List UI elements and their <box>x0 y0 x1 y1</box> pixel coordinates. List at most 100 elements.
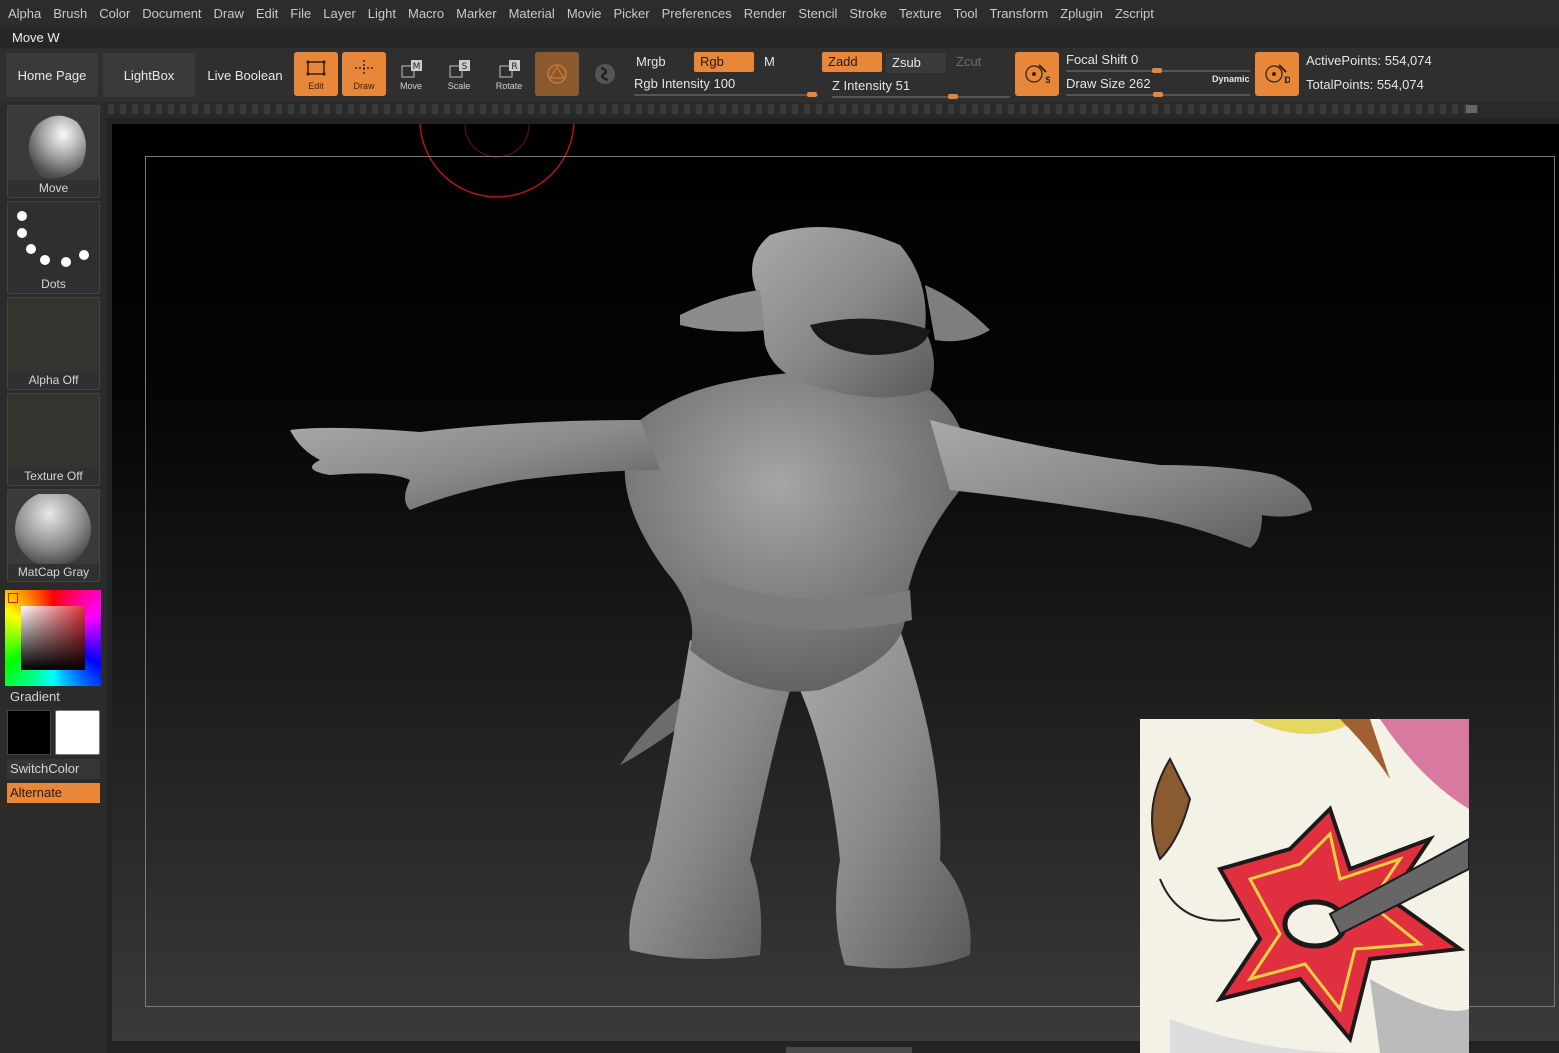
z-intensity-knob[interactable] <box>948 94 958 99</box>
scale-mode-button[interactable]: S Scale <box>437 52 481 96</box>
scale-icon: S <box>449 59 470 78</box>
menu-edit[interactable]: Edit <box>250 0 284 28</box>
rotate-label: Rotate <box>495 80 523 91</box>
sphere-icon <box>547 64 567 84</box>
edit-mode-button[interactable]: Edit <box>294 52 338 96</box>
menu-file[interactable]: File <box>284 0 317 28</box>
brush-cursor-inner <box>464 124 530 158</box>
alpha-selector[interactable]: Alpha Off <box>7 297 100 390</box>
svg-text:R: R <box>511 62 517 72</box>
rotate-mode-button[interactable]: R Rotate <box>487 52 531 96</box>
menu-material[interactable]: Material <box>503 0 561 28</box>
sculptris-pro-d-button[interactable]: D <box>1255 52 1299 96</box>
edit-icon <box>306 59 326 76</box>
brush-name: Move <box>8 180 99 197</box>
focal-shift-label[interactable]: Focal Shift 0 <box>1066 52 1138 67</box>
color-marker[interactable] <box>8 593 18 603</box>
zsub-toggle[interactable]: Zsub <box>886 53 946 73</box>
material-sphere-button[interactable] <box>535 52 579 96</box>
total-points-readout: TotalPoints: 554,074 <box>1306 77 1424 92</box>
focal-shift-knob[interactable] <box>1152 68 1162 73</box>
color-picker[interactable] <box>5 590 101 686</box>
m-toggle[interactable]: M <box>758 52 818 72</box>
menu-alpha[interactable]: Alpha <box>2 0 47 28</box>
rgb-toggle[interactable]: Rgb <box>694 52 754 72</box>
rgb-intensity-slider[interactable] <box>634 94 818 96</box>
menu-bar: Alpha Brush Color Document Draw Edit File Layer… <box>0 0 1559 28</box>
title-bar: Move W <box>0 28 1559 48</box>
rgb-intensity-label[interactable]: Rgb Intensity 100 <box>634 76 735 91</box>
z-intensity-label[interactable]: Z Intensity 51 <box>832 78 910 93</box>
brush-target-s-icon: S <box>1025 64 1050 85</box>
menu-tool[interactable]: Tool <box>948 0 984 28</box>
focal-shift-value: 0 <box>1131 52 1139 67</box>
reference-drawing <box>1140 719 1469 1053</box>
top-toolbar: Home Page LightBox Live Boolean Edit Dra… <box>0 48 1559 102</box>
dynamic-toggle[interactable]: Dynamic <box>1212 74 1250 84</box>
gradient-label[interactable]: Gradient <box>10 689 60 704</box>
svg-text:S: S <box>1045 76 1050 85</box>
zcut-toggle[interactable]: Zcut <box>950 52 1010 72</box>
menu-render[interactable]: Render <box>738 0 793 28</box>
texture-name: Texture Off <box>8 468 99 485</box>
zadd-toggle[interactable]: Zadd <box>822 52 882 72</box>
rgb-intensity-knob[interactable] <box>807 92 817 97</box>
color-saturation-square[interactable] <box>21 606 85 670</box>
menu-texture[interactable]: Texture <box>893 0 948 28</box>
home-page-button[interactable]: Home Page <box>6 53 98 97</box>
draw-size-value: 262 <box>1128 76 1151 91</box>
bottom-shelf-handle[interactable] <box>786 1047 912 1053</box>
current-tool-title: Move W <box>12 30 60 45</box>
menu-marker[interactable]: Marker <box>450 0 502 28</box>
menu-draw[interactable]: Draw <box>208 0 250 28</box>
menu-macro[interactable]: Macro <box>402 0 450 28</box>
switch-color-button[interactable]: SwitchColor <box>7 759 100 779</box>
rotate-icon: R <box>499 59 520 78</box>
alternate-button[interactable]: Alternate <box>7 783 100 803</box>
rgb-intensity-value: 100 <box>713 76 736 91</box>
ruler-end-handle[interactable] <box>1466 105 1477 113</box>
lightbox-button[interactable]: LightBox <box>103 53 195 97</box>
menu-preferences[interactable]: Preferences <box>656 0 738 28</box>
alpha-name: Alpha Off <box>8 372 99 389</box>
spotlight-icon <box>595 64 615 84</box>
menu-brush[interactable]: Brush <box>47 0 93 28</box>
draw-size-knob[interactable] <box>1153 92 1163 97</box>
texture-selector[interactable]: Texture Off <box>7 393 100 486</box>
mrgb-toggle[interactable]: Mrgb <box>630 52 690 72</box>
menu-transform[interactable]: Transform <box>983 0 1054 28</box>
spotlight-button[interactable] <box>583 52 627 96</box>
brush-target-d-icon: D <box>1265 64 1290 85</box>
move-icon: M <box>401 59 422 78</box>
secondary-color-swatch[interactable] <box>7 710 51 755</box>
draw-size-label[interactable]: Draw Size 262 <box>1066 76 1151 91</box>
reference-image[interactable] <box>1140 719 1469 1053</box>
move-mode-button[interactable]: M Move <box>389 52 433 96</box>
stroke-name: Dots <box>8 276 99 293</box>
menu-zplugin[interactable]: Zplugin <box>1054 0 1109 28</box>
menu-stencil[interactable]: Stencil <box>792 0 843 28</box>
brush-selector[interactable]: Move <box>7 105 100 198</box>
brush-cursor-outer <box>419 124 575 198</box>
z-intensity-value: 51 <box>895 78 911 93</box>
main-color-swatch[interactable] <box>55 710 100 755</box>
menu-movie[interactable]: Movie <box>561 0 608 28</box>
menu-color[interactable]: Color <box>93 0 136 28</box>
z-intensity-slider[interactable] <box>832 96 1010 98</box>
svg-text:S: S <box>462 62 468 72</box>
draw-label: Draw <box>353 80 375 91</box>
scale-label: Scale <box>447 80 471 91</box>
stroke-selector[interactable]: Dots <box>7 201 100 294</box>
sculptris-pro-s-button[interactable]: S <box>1015 52 1059 96</box>
menu-stroke[interactable]: Stroke <box>843 0 893 28</box>
svg-text:M: M <box>413 62 421 72</box>
menu-light[interactable]: Light <box>362 0 402 28</box>
menu-zscript[interactable]: Zscript <box>1109 0 1160 28</box>
draw-mode-button[interactable]: Draw <box>342 52 386 96</box>
live-boolean-button[interactable]: Live Boolean <box>199 53 291 97</box>
menu-layer[interactable]: Layer <box>317 0 362 28</box>
material-selector[interactable]: MatCap Gray <box>7 489 100 582</box>
menu-picker[interactable]: Picker <box>608 0 656 28</box>
menu-document[interactable]: Document <box>136 0 207 28</box>
draw-icon <box>355 59 373 76</box>
